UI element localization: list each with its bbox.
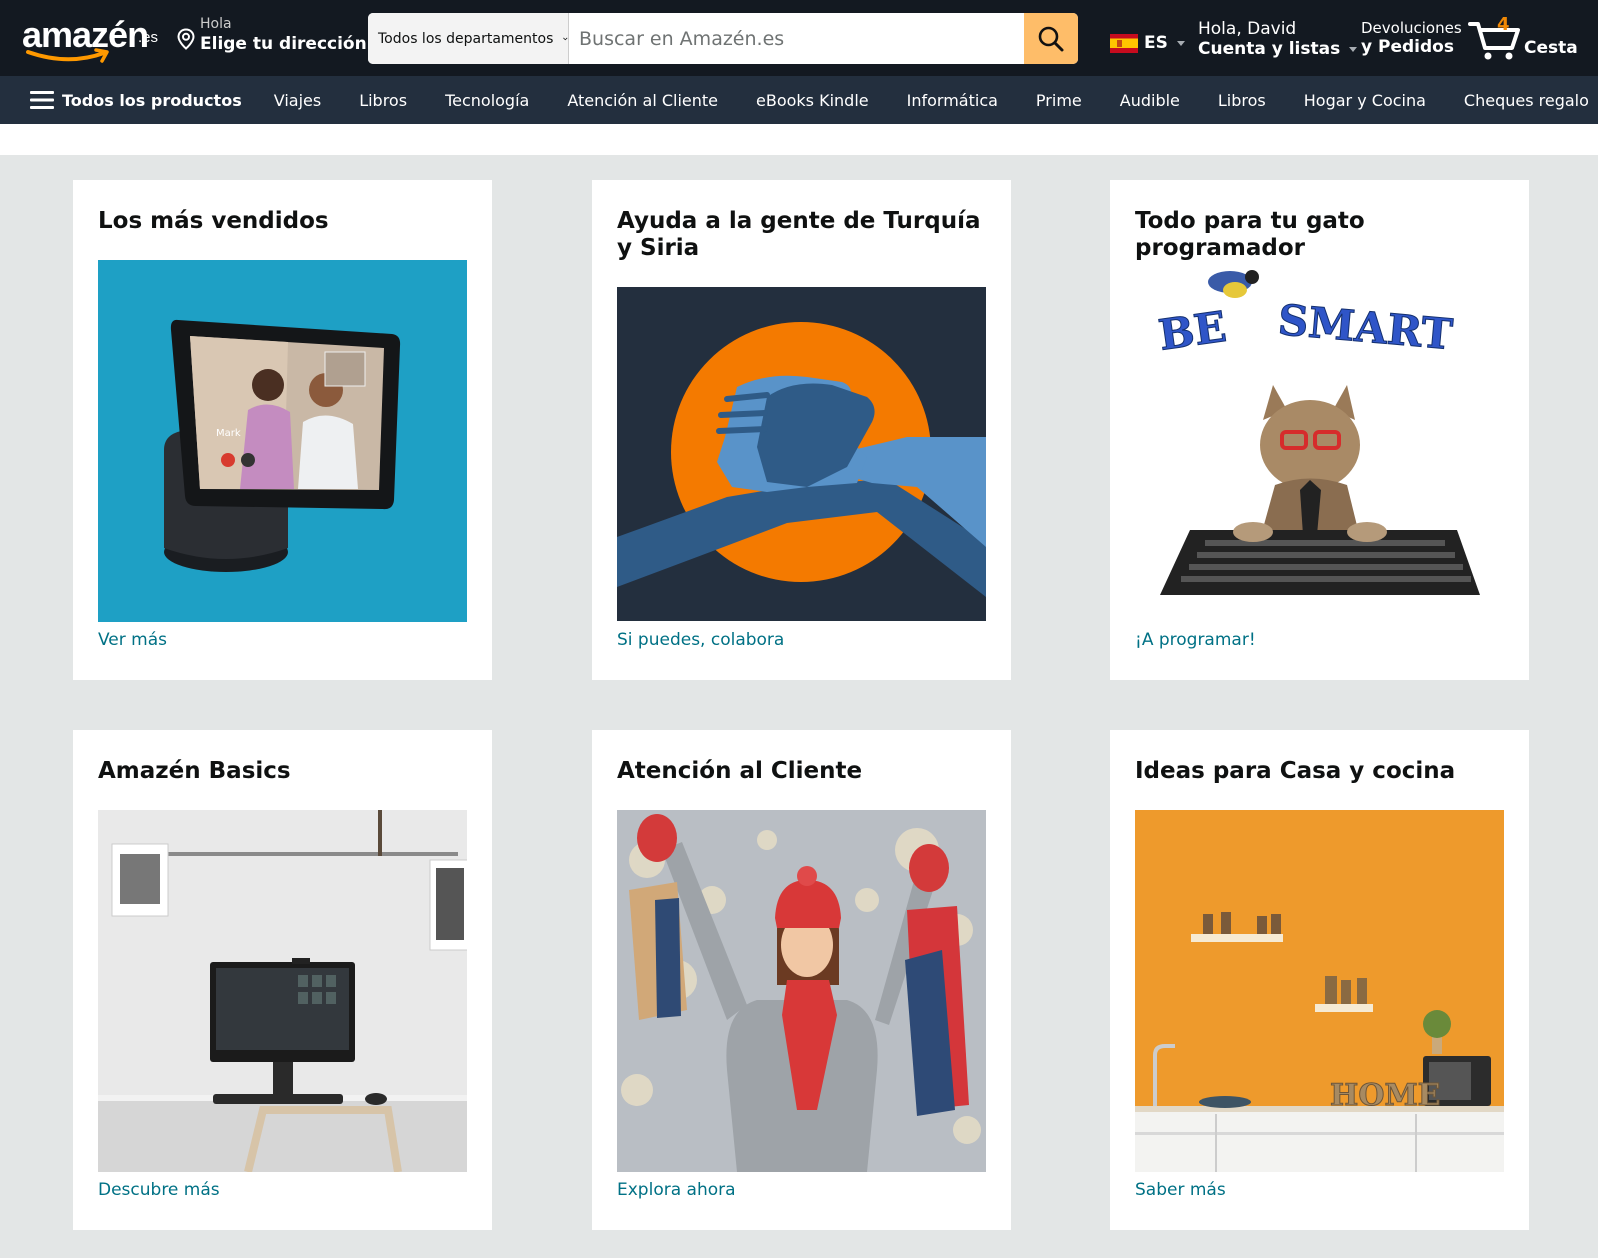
card-link[interactable]: Explora ahora xyxy=(617,1180,736,1200)
caret-down-icon xyxy=(1349,46,1358,52)
smart-cat-image: BE SMART xyxy=(1135,260,1504,622)
language-code: ES xyxy=(1144,33,1168,53)
card-image-handshake[interactable] xyxy=(617,287,986,621)
nav-item-informatica[interactable]: Informática xyxy=(907,91,998,110)
card-image-smart-cat[interactable]: BE SMART xyxy=(1135,260,1504,622)
image-text-home: HOME xyxy=(1330,1078,1441,1113)
account-menu[interactable]: Hola, David Cuenta y listas xyxy=(1198,19,1358,59)
hamburger-menu-icon xyxy=(30,91,54,109)
nav-item-prime[interactable]: Prime xyxy=(1036,91,1082,110)
card-link[interactable]: Si puedes, colabora xyxy=(617,630,784,650)
card-best-sellers: Los más vendidos Mark Ver más xyxy=(73,180,492,680)
logo-smile-icon xyxy=(26,48,109,63)
nav-item-cheques-regalo[interactable]: Cheques regalo xyxy=(1464,91,1589,110)
returns-label: Devoluciones xyxy=(1361,19,1462,37)
cart-label: Cesta xyxy=(1524,38,1578,58)
address-choose: Elige tu dirección xyxy=(200,34,367,54)
card-title: Atención al Cliente xyxy=(617,758,863,784)
account-lists-row: Cuenta y listas xyxy=(1198,39,1358,59)
card-link[interactable]: ¡A programar! xyxy=(1135,630,1256,650)
card-image-echo-show[interactable]: Mark xyxy=(98,260,467,622)
card-image-desktop[interactable] xyxy=(98,810,467,1172)
search-department-select[interactable]: Todos los departamentos xyxy=(368,13,569,64)
nav-all-products-label: Todos los productos xyxy=(62,90,242,110)
card-customer-service: Atención al Cliente Explora ahora xyxy=(592,730,1011,1230)
language-selector[interactable]: ES xyxy=(1110,33,1185,53)
delivery-address[interactable]: Hola Elige tu dirección xyxy=(176,14,367,60)
search-icon xyxy=(1038,26,1064,51)
card-home-kitchen: Ideas para Casa y cocina HOME Saber más xyxy=(1110,730,1529,1230)
search-button[interactable] xyxy=(1024,13,1078,64)
nav-item-libros-2[interactable]: Libros xyxy=(1218,91,1266,110)
card-title: Todo para tu gato programador xyxy=(1135,208,1365,261)
card-link[interactable]: Descubre más xyxy=(98,1180,220,1200)
card-link[interactable]: Saber más xyxy=(1135,1180,1226,1200)
returns-orders[interactable]: Devoluciones y Pedidos xyxy=(1361,19,1462,57)
nav-item-viajes[interactable]: Viajes xyxy=(274,91,321,110)
cart-count: 4 xyxy=(1497,14,1510,35)
nav-item-libros[interactable]: Libros xyxy=(359,91,407,110)
card-cat-programmer: Todo para tu gato programador BE SMART ¡… xyxy=(1110,180,1529,680)
card-amazen-basics: Amazén Basics Descubre más xyxy=(73,730,492,1230)
nav-item-tecnologia[interactable]: Tecnología xyxy=(445,91,529,110)
card-turkey-syria: Ayuda a la gente de Turquía y Siria Si p… xyxy=(592,180,1011,680)
account-lists-label: Cuenta y listas xyxy=(1198,39,1341,59)
card-title: Ayuda a la gente de Turquía y Siria xyxy=(617,208,981,261)
nav-item-hogar-cocina[interactable]: Hogar y Cocina xyxy=(1304,91,1426,110)
search-department-label: Todos los departamentos xyxy=(378,30,554,47)
amazen-logo[interactable]: amazén .es xyxy=(22,12,162,63)
search-bar: Todos los departamentos xyxy=(368,13,1078,64)
card-image-shopping-woman[interactable] xyxy=(617,810,986,1172)
nav-item-atencion-cliente[interactable]: Atención al Cliente xyxy=(567,91,718,110)
logo-tld: .es xyxy=(138,29,159,46)
card-image-kitchen[interactable]: HOME xyxy=(1135,810,1504,1172)
kitchen-image: HOME xyxy=(1135,810,1504,1172)
nav-all-products[interactable]: Todos los productos xyxy=(30,90,242,110)
shopping-woman-image xyxy=(617,810,986,1172)
hero-strip xyxy=(0,124,1598,155)
address-hello: Hola xyxy=(200,16,232,32)
nav-item-audible[interactable]: Audible xyxy=(1120,91,1180,110)
echo-show-image: Mark xyxy=(98,260,467,622)
card-title: Amazén Basics xyxy=(98,758,291,784)
echo-show-caller-label: Mark xyxy=(216,428,241,439)
card-title: Ideas para Casa y cocina xyxy=(1135,758,1456,784)
spain-flag-icon xyxy=(1110,33,1138,53)
orders-label: y Pedidos xyxy=(1361,37,1454,57)
image-text-be: BE xyxy=(1156,302,1230,360)
cart-icon xyxy=(1468,22,1520,60)
account-greeting: Hola, David xyxy=(1198,19,1297,39)
chevron-down-icon xyxy=(563,37,568,40)
location-pin-icon xyxy=(177,28,195,50)
handshake-image xyxy=(617,287,986,621)
card-title: Los más vendidos xyxy=(98,208,329,234)
main-nav: Todos los productos Viajes Libros Tecnol… xyxy=(0,76,1598,124)
card-link[interactable]: Ver más xyxy=(98,630,167,650)
search-input[interactable] xyxy=(569,13,1024,64)
nav-item-ebooks-kindle[interactable]: eBooks Kindle xyxy=(756,91,869,110)
caret-down-icon xyxy=(1176,40,1185,46)
desktop-computer-image xyxy=(98,810,467,1172)
top-header: amazén .es Hola Elige tu dirección Todos… xyxy=(0,0,1598,76)
cart-button[interactable]: 4 Cesta xyxy=(1468,12,1588,64)
